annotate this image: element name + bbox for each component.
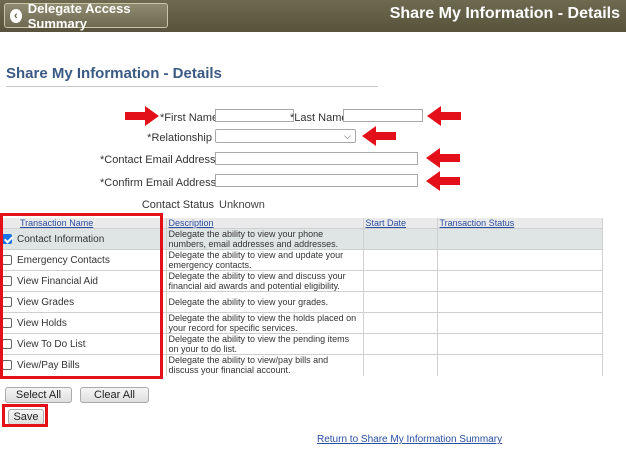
arrow-left-icon (427, 106, 461, 126)
last-name-label: *Last Name (290, 112, 348, 124)
confirm-email-label: *Confirm Email Address (100, 177, 217, 189)
chevron-left-icon: ‹ (10, 8, 22, 23)
arrow-left-icon (426, 171, 460, 191)
chevron-down-icon: ⌵ (344, 131, 351, 141)
transaction-description: Delegate the ability to view your phone … (166, 228, 364, 250)
transaction-status-cell (437, 291, 603, 313)
delegate-access-summary-button[interactable]: ‹ Delegate Access Summary (4, 0, 168, 31)
start-date-cell (363, 270, 438, 292)
first-name-label: *First Name (160, 112, 219, 124)
transaction-status-cell (437, 228, 603, 250)
title-divider (6, 86, 378, 87)
arrow-left-icon (362, 126, 396, 146)
start-date-cell (363, 312, 438, 334)
transaction-status-cell (437, 249, 603, 271)
save-highlight-box (2, 404, 48, 427)
contact-status-label: Contact Status (141, 199, 214, 211)
start-date-cell (363, 333, 438, 355)
contact-email-label: *Contact Email Address (100, 154, 216, 166)
transaction-status-cell (437, 354, 603, 376)
page-title: Share My Information - Details (6, 65, 222, 82)
header-bar: ‹ Delegate Access Summary Share My Infor… (0, 0, 626, 32)
last-name-input[interactable] (343, 109, 423, 122)
relationship-select[interactable]: ⌵ (215, 129, 356, 143)
transaction-status-cell (437, 312, 603, 334)
transaction-description: Delegate the ability to view your grades… (166, 291, 364, 313)
confirm-email-input[interactable] (215, 174, 418, 187)
column-header-start-date[interactable]: Start Date (363, 218, 438, 229)
transactions-highlight-box (0, 213, 163, 379)
back-button-label: Delegate Access Summary (27, 0, 131, 31)
arrow-left-icon (426, 148, 460, 168)
clear-all-button[interactable]: Clear All (80, 387, 149, 403)
transaction-status-cell (437, 270, 603, 292)
return-to-summary-link[interactable]: Return to Share My Information Summary (317, 434, 502, 445)
header-title: Share My Information - Details (389, 5, 620, 22)
select-all-button[interactable]: Select All (5, 387, 72, 403)
transaction-description: Delegate the ability to view/pay bills a… (166, 354, 364, 376)
transaction-description: Delegate the ability to view and update … (166, 249, 364, 271)
start-date-cell (363, 291, 438, 313)
start-date-cell (363, 228, 438, 250)
first-name-input[interactable] (215, 109, 294, 122)
column-header-description[interactable]: Description (166, 218, 364, 229)
transaction-description: Delegate the ability to view and discuss… (166, 270, 364, 292)
transaction-description: Delegate the ability to view the pending… (166, 333, 364, 355)
contact-email-input[interactable] (215, 152, 418, 165)
start-date-cell (363, 249, 438, 271)
arrow-right-icon (125, 106, 159, 126)
column-header-transaction-status[interactable]: Transaction Status (437, 218, 603, 229)
transaction-status-cell (437, 333, 603, 355)
start-date-cell (363, 354, 438, 376)
relationship-label: *Relationship (147, 132, 212, 144)
transaction-description: Delegate the ability to view the holds p… (166, 312, 364, 334)
contact-status-value: Unknown (219, 199, 265, 211)
